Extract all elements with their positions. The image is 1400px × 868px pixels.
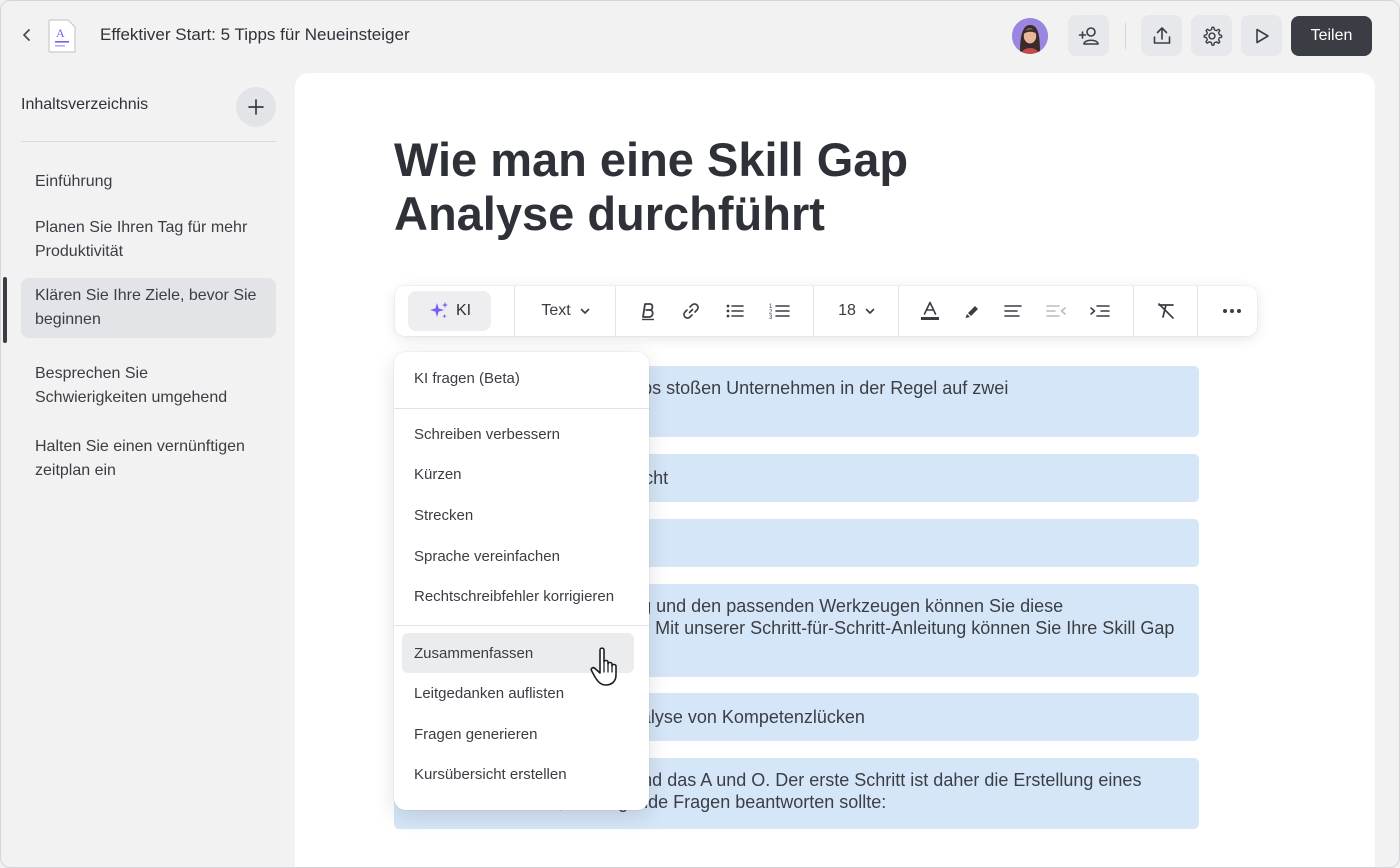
top-bar: A Effektiver Start: 5 Tipps für Neueinst… <box>1 1 1399 71</box>
menu-item-fragen-generieren[interactable]: Fragen generieren <box>402 714 634 754</box>
more-icon <box>1223 309 1241 313</box>
menu-divider <box>394 625 649 626</box>
toc-item-label: Halten Sie einen vernünftigen zeitplan e… <box>35 438 245 479</box>
ki-button-label: KI <box>455 302 472 319</box>
menu-divider <box>394 408 649 409</box>
toolbar-divider <box>1133 286 1134 336</box>
highlighter-icon <box>965 306 978 318</box>
outdent-icon <box>1046 305 1066 317</box>
share-button[interactable]: Teilen <box>1291 16 1372 56</box>
page-title[interactable]: Wie man eine Skill Gap Analyse durchführ… <box>394 133 994 241</box>
back-button[interactable] <box>15 23 39 47</box>
sparkle-icon <box>429 302 448 319</box>
clear-format-icon <box>1158 303 1174 319</box>
toolbar-divider <box>813 286 814 336</box>
toc-divider <box>21 141 276 142</box>
numbered-list-button[interactable]: 123 <box>767 296 793 326</box>
menu-item-ki-fragen[interactable]: KI fragen (Beta) <box>402 358 634 398</box>
text-style-value: Text <box>541 302 571 319</box>
toolbar-divider <box>514 286 515 336</box>
outdent-button[interactable] <box>1043 296 1069 326</box>
toc-item-einfuehrung[interactable]: Einführung <box>21 164 276 200</box>
toc-item-schwierigkeiten[interactable]: Besprechen Sie Schwierigkeiten umgehend <box>21 356 276 416</box>
text-color-button[interactable] <box>917 296 943 326</box>
indent-button[interactable] <box>1087 296 1113 326</box>
toc-item-label: Einführung <box>35 173 113 190</box>
formatting-toolbar: KI Text 123 18 <box>395 286 1257 336</box>
document-icon-letter: A <box>56 26 65 40</box>
toolbar-divider <box>1125 23 1126 49</box>
text-color-icon <box>921 301 939 320</box>
document-title[interactable]: Effektiver Start: 5 Tipps für Neueinstei… <box>100 25 410 45</box>
add-user-icon <box>1078 26 1099 45</box>
add-collaborator-button[interactable] <box>1068 15 1109 56</box>
toc-item-zeitplan[interactable]: Halten Sie einen vernünftigen zeitplan e… <box>21 429 276 489</box>
toc-item-label: Klären Sie Ihre Ziele, bevor Sie beginne… <box>35 287 257 328</box>
toc-item-label: Planen Sie Ihren Tag für mehr Produktivi… <box>35 219 248 260</box>
font-size-value: 18 <box>838 302 856 319</box>
toolbar-divider <box>615 286 616 336</box>
chevron-down-icon <box>865 308 875 314</box>
menu-item-rechtschreibfehler[interactable]: Rechtschreibfehler korrigieren <box>402 576 634 616</box>
toc-title: Inhaltsverzeichnis <box>21 96 149 113</box>
hand-pointer-cursor <box>589 646 623 688</box>
link-button[interactable] <box>678 296 704 326</box>
text-style-select[interactable]: Text <box>537 296 595 326</box>
bold-icon <box>642 303 654 321</box>
menu-item-sprache-vereinfachen[interactable]: Sprache vereinfachen <box>402 536 634 576</box>
toolbar-divider <box>898 286 899 336</box>
align-left-button[interactable] <box>1000 296 1026 326</box>
present-button[interactable] <box>1241 15 1282 56</box>
document-icon: A <box>47 19 77 53</box>
highlight-button[interactable] <box>959 296 985 326</box>
plus-icon <box>248 99 264 115</box>
ki-button[interactable]: KI <box>408 291 491 331</box>
user-avatar[interactable] <box>1012 18 1048 54</box>
bullet-list-icon <box>726 304 744 318</box>
export-button[interactable] <box>1141 15 1182 56</box>
chevron-left-icon <box>23 29 30 41</box>
toc-item-label: Besprechen Sie Schwierigkeiten umgehend <box>35 365 228 406</box>
menu-item-kursuebersicht[interactable]: Kursübersicht erstellen <box>402 754 634 794</box>
upload-icon <box>1153 26 1170 44</box>
bold-button[interactable] <box>635 296 661 326</box>
clear-formatting-button[interactable] <box>1153 296 1179 326</box>
bullet-list-button[interactable] <box>722 296 748 326</box>
app-window: A Effektiver Start: 5 Tipps für Neueinst… <box>0 0 1400 868</box>
font-size-select[interactable]: 18 <box>835 296 879 326</box>
numbered-list-icon: 123 <box>769 304 790 320</box>
menu-item-strecken[interactable]: Strecken <box>402 495 634 535</box>
toc-item-ziele[interactable]: Klären Sie Ihre Ziele, bevor Sie beginne… <box>21 278 276 338</box>
toolbar-divider <box>1197 286 1198 336</box>
menu-item-kuerzen[interactable]: Kürzen <box>402 454 634 494</box>
add-section-button[interactable] <box>236 87 276 127</box>
toc-item-planen[interactable]: Planen Sie Ihren Tag für mehr Produktivi… <box>21 210 276 270</box>
gear-icon <box>1203 26 1222 46</box>
more-options-button[interactable] <box>1219 296 1245 326</box>
align-left-icon <box>1004 305 1022 317</box>
ki-menu: KI fragen (Beta) Schreiben verbessern Kü… <box>394 352 649 810</box>
indent-icon <box>1090 305 1110 317</box>
chevron-down-icon <box>580 308 589 314</box>
svg-text:3: 3 <box>769 315 773 320</box>
play-icon <box>1255 28 1269 43</box>
table-of-contents: Inhaltsverzeichnis Einführung Planen Sie… <box>1 73 295 867</box>
active-section-marker <box>3 277 7 343</box>
menu-item-schreiben-verbessern[interactable]: Schreiben verbessern <box>402 414 634 454</box>
settings-button[interactable] <box>1191 15 1232 56</box>
link-icon <box>683 303 699 319</box>
